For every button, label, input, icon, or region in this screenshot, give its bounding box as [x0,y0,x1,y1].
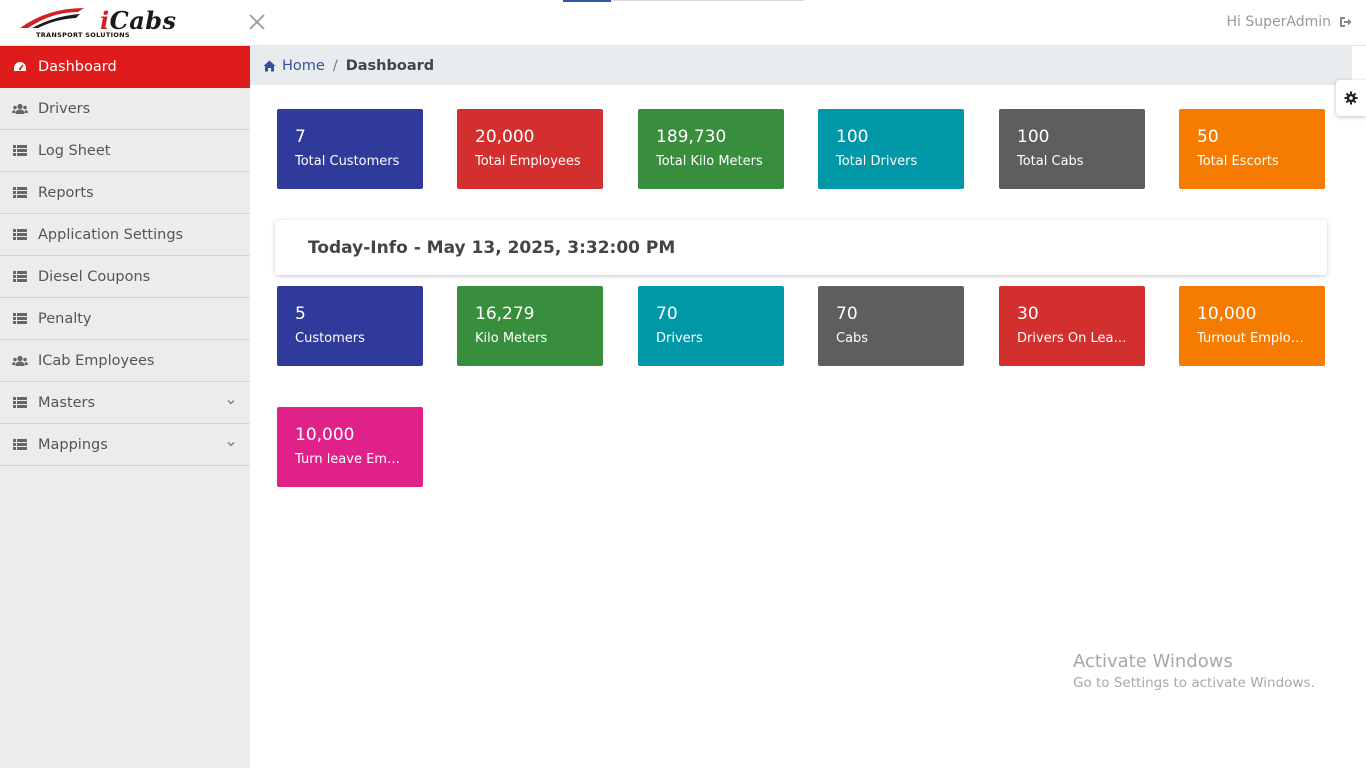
list-icon [12,186,28,200]
tile-label: Total Escorts [1197,154,1279,169]
home-icon [263,60,276,71]
tile-value: 7 [295,127,306,147]
sidebar-item-reports[interactable]: Reports [0,172,250,214]
chevron-down-icon [227,442,235,447]
close-icon [249,14,265,30]
user-menu[interactable]: Hi SuperAdmin [1226,14,1352,30]
greeting-text: Hi SuperAdmin [1226,14,1331,30]
sidebar-item-label: Dashboard [38,59,117,75]
tile-value: 30 [1017,304,1039,324]
chevron-down-icon [227,400,235,405]
tile-today-cabs[interactable]: 70 Cabs [818,286,964,366]
sidebar-item-log-sheet[interactable]: Log Sheet [0,130,250,172]
tile-today-turnout-employees[interactable]: 10,000 Turnout Employees [1179,286,1325,366]
breadcrumb-separator: / [332,57,338,74]
tile-value: 70 [836,304,858,324]
tile-value: 70 [656,304,678,324]
tile-today-customers[interactable]: 5 Customers [277,286,423,366]
list-icon [12,144,28,158]
users-icon [12,102,28,116]
dashboard-icon [12,60,28,74]
tile-label: Total Kilo Meters [656,154,763,169]
tile-value: 189,730 [656,127,727,147]
tile-value: 10,000 [1197,304,1257,324]
list-icon [12,396,28,410]
tile-label: Turn leave Employees [295,452,405,467]
sidebar-item-label: Application Settings [38,226,184,243]
windows-activation-watermark: Activate Windows Go to Settings to activ… [1073,651,1315,691]
tile-value: 20,000 [475,127,535,147]
sidebar-item-label: Mappings [38,436,108,453]
settings-toggle-button[interactable] [1336,80,1366,116]
tile-today-drivers[interactable]: 70 Drivers [638,286,784,366]
tile-label: Total Cabs [1017,154,1084,169]
sidebar-item-penalty[interactable]: Penalty [0,298,250,340]
today-info-panel: Today-Info - May 13, 2025, 3:32:00 PM [275,220,1327,275]
sidebar-item-diesel-coupons[interactable]: Diesel Coupons [0,256,250,298]
list-icon [12,228,28,242]
list-icon [12,270,28,284]
breadcrumb-current: Dashboard [345,57,435,74]
sidebar: Dashboard Drivers Log Sheet Reports Appl… [0,46,250,768]
tile-label: Total Drivers [836,154,918,169]
tile-total-customers[interactable]: 7 Total Customers [277,109,423,189]
breadcrumb-home-label: Home [282,57,325,74]
sidebar-item-label: Drivers [38,100,91,117]
sidebar-item-drivers[interactable]: Drivers [0,88,250,130]
list-icon [12,438,28,452]
tile-value: 100 [836,127,869,147]
tile-total-cabs[interactable]: 100 Total Cabs [999,109,1145,189]
sidebar-item-label: Masters [38,394,96,411]
loading-bar [563,0,804,2]
sidebar-item-label: Reports [38,184,94,201]
tile-label: Drivers [656,331,703,346]
logo-swoosh-icon [20,8,84,28]
icabs-logo[interactable]: iCabs TRANSPORT SOLUTIONS [18,4,176,42]
sidebar-item-masters[interactable]: Masters [0,382,250,424]
sidebar-item-dashboard[interactable]: Dashboard [0,46,250,88]
tile-today-drivers-on-leave[interactable]: 30 Drivers On Leave [999,286,1145,366]
sidebar-item-mappings[interactable]: Mappings [0,424,250,466]
tile-label: Cabs [836,331,869,346]
tile-label: Total Customers [295,154,400,169]
sidebar-item-label: Penalty [38,310,92,327]
top-header: iCabs TRANSPORT SOLUTIONS Hi SuperAdmin [0,0,1366,46]
tile-value: 10,000 [295,425,355,445]
tile-label: Turnout Employees [1197,331,1307,346]
tile-total-kilo-meters[interactable]: 189,730 Total Kilo Meters [638,109,784,189]
tile-value: 16,279 [475,304,535,324]
tile-total-escorts[interactable]: 50 Total Escorts [1179,109,1325,189]
sidebar-item-label: Diesel Coupons [38,268,151,285]
sidebar-item-icab-employees[interactable]: ICab Employees [0,340,250,382]
tile-label: Customers [295,331,365,346]
tile-label: Kilo Meters [475,331,548,346]
gear-icon [1344,91,1358,105]
users-icon [12,354,28,368]
logo-tagline: TRANSPORT SOLUTIONS [36,31,130,39]
tile-value: 5 [295,304,306,324]
tile-today-turn-leave-employees[interactable]: 10,000 Turn leave Employees [277,407,423,487]
sidebar-item-label: Log Sheet [38,142,111,159]
tile-value: 50 [1197,127,1219,147]
watermark-title: Activate Windows [1073,651,1233,672]
tile-total-employees[interactable]: 20,000 Total Employees [457,109,603,189]
breadcrumb-home-link[interactable]: Home [263,58,325,74]
breadcrumb: Home / Dashboard [250,46,1352,85]
tile-label: Total Employees [475,154,581,169]
watermark-subtitle: Go to Settings to activate Windows. [1073,675,1315,691]
sidebar-item-label: ICab Employees [38,352,155,369]
list-icon [12,312,28,326]
logout-icon[interactable] [1339,16,1352,28]
today-info-heading: Today-Info - May 13, 2025, 3:32:00 PM [308,237,676,258]
tile-today-kilo-meters[interactable]: 16,279 Kilo Meters [457,286,603,366]
tile-value: 100 [1017,127,1050,147]
tile-label: Drivers On Leave [1017,331,1127,346]
tile-total-drivers[interactable]: 100 Total Drivers [818,109,964,189]
sidebar-item-application-settings[interactable]: Application Settings [0,214,250,256]
sidebar-close-button[interactable] [247,9,269,33]
